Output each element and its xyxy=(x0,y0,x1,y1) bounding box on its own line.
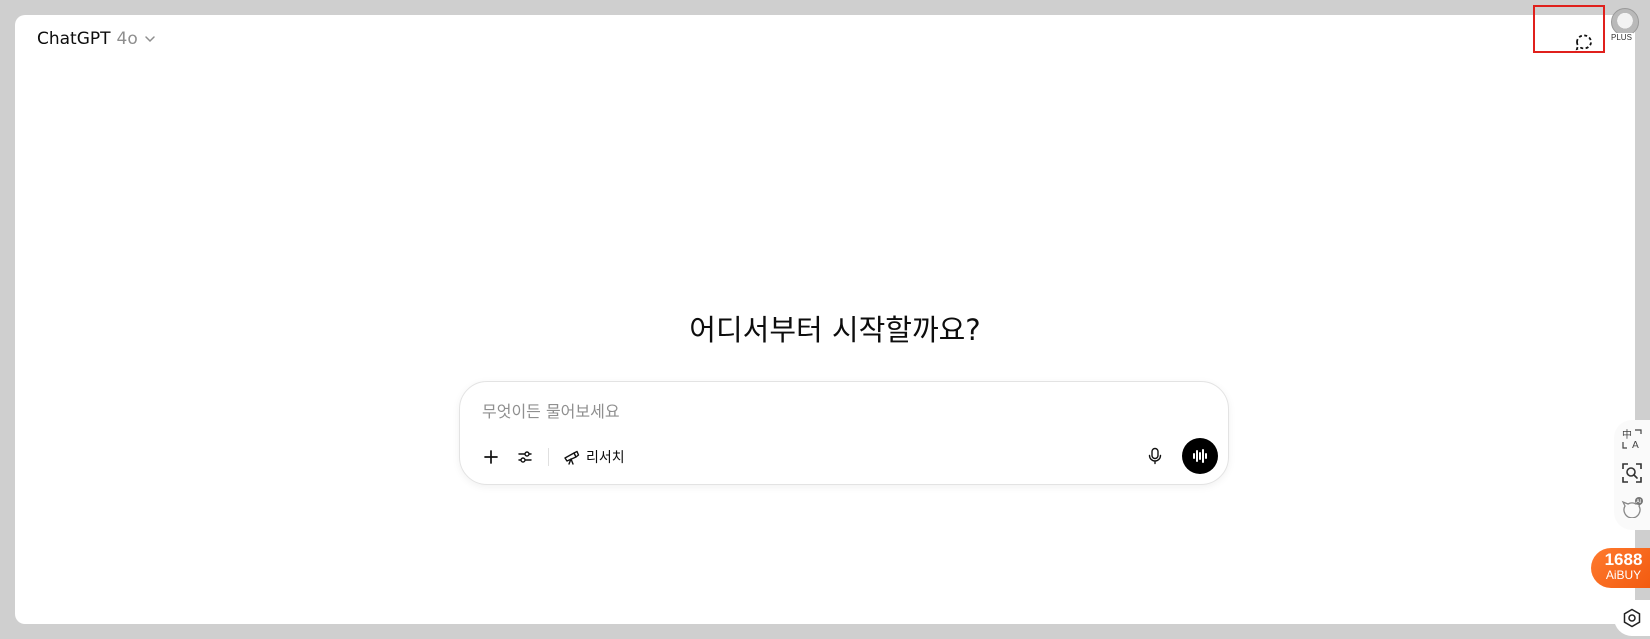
model-name: ChatGPT xyxy=(37,29,111,49)
aibuy-label: AiBUY xyxy=(1605,568,1642,582)
aibuy-widget[interactable]: 1688 AiBUY xyxy=(1591,548,1650,588)
research-label: 리서치 xyxy=(586,450,625,466)
microphone-icon xyxy=(1148,447,1162,465)
profile-button[interactable]: PLUS xyxy=(1609,8,1641,42)
add-attachment-button[interactable] xyxy=(474,440,508,474)
settings-hexagon-icon xyxy=(1623,608,1641,628)
search-scan-icon xyxy=(1622,463,1642,483)
translate-icon: 中 A xyxy=(1622,428,1642,450)
plan-badge: PLUS xyxy=(1610,33,1633,42)
prompt-composer: 리서치 xyxy=(459,381,1229,485)
aibuy-number: 1688 xyxy=(1604,550,1643,569)
extension-settings-button[interactable] xyxy=(1614,600,1650,636)
tools-button[interactable] xyxy=(508,440,542,474)
dictate-button[interactable] xyxy=(1138,439,1172,473)
composer-tools: 리서치 xyxy=(474,440,633,474)
highlight-box xyxy=(1533,5,1605,53)
voice-waveform-icon xyxy=(1193,449,1207,463)
avatar xyxy=(1611,8,1639,36)
translate-button[interactable]: 中 A xyxy=(1616,422,1648,456)
image-search-button[interactable] xyxy=(1616,456,1648,490)
ai-cat-icon: AI xyxy=(1621,497,1643,518)
model-switcher[interactable]: ChatGPT 4o xyxy=(37,29,156,49)
svg-text:AI: AI xyxy=(1636,499,1641,505)
composer-right-tools xyxy=(1138,438,1218,474)
prompt-input[interactable] xyxy=(482,398,1182,424)
telescope-icon xyxy=(564,450,580,465)
browser-extension-toolbar: 中 A AI xyxy=(1614,420,1650,530)
toolbar-divider xyxy=(548,448,549,466)
page-headline: 어디서부터 시작할까요? xyxy=(689,313,981,347)
voice-mode-button[interactable] xyxy=(1182,438,1218,474)
svg-text:中: 中 xyxy=(1622,428,1632,441)
research-button[interactable]: 리서치 xyxy=(555,440,633,474)
chat-window: ChatGPT 4o 어디서부터 시작할까요? 무엇이든 물어보세요 리서치 xyxy=(15,15,1635,624)
chevron-down-icon xyxy=(145,36,155,43)
ai-assistant-button[interactable]: AI xyxy=(1616,490,1648,524)
plus-icon xyxy=(484,450,498,464)
tools-sliders-icon xyxy=(518,451,532,463)
svg-text:A: A xyxy=(1632,440,1639,450)
model-version: 4o xyxy=(116,29,138,49)
